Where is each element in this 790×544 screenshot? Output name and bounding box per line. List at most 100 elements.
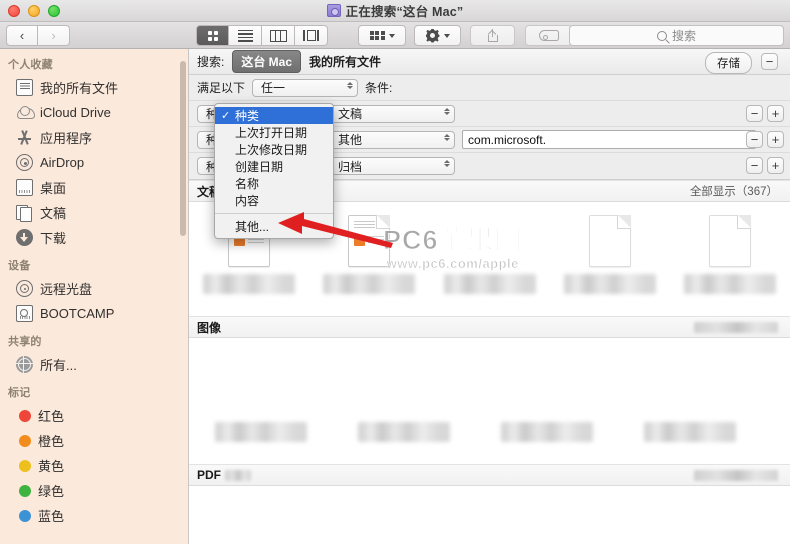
window-title-text: 正在搜索“这台 Mac” [345,5,464,19]
criteria-value: 其他 [338,133,363,147]
finder-search-window: 正在搜索“这台 Mac” ‹ › 搜索 个人收藏 我的所有文件 iCloud D… [0,0,790,544]
tag-button[interactable] [525,25,572,46]
show-all-link[interactable]: 全部显示（367） [690,183,778,199]
menu-item-name[interactable]: 名称 [215,175,333,192]
sidebar-item-tag-yellow[interactable]: 黄色 [0,453,189,478]
sidebar-header-tags: 标记 [8,387,31,399]
add-row-button[interactable]: + [767,105,784,122]
sidebar-item-downloads[interactable]: 下载 [0,225,189,250]
close-button[interactable] [8,5,20,17]
menu-item-kind[interactable]: ✓ 种类 [215,107,333,124]
search-input[interactable]: 搜索 [569,25,784,46]
annotation-arrow [278,212,393,248]
remove-criteria-button[interactable]: − [761,53,778,70]
menu-item-last-opened[interactable]: 上次打开日期 [215,124,333,141]
file-item[interactable] [670,214,790,294]
share-button[interactable] [470,25,515,46]
criteria-value-select[interactable]: 归档 [329,157,456,175]
remove-row-button[interactable]: − [746,131,763,148]
remove-row-button[interactable]: − [746,105,763,122]
coverflow-view-button[interactable] [295,25,328,46]
navigation-buttons: ‹ › [6,25,70,46]
sidebar-item-label: 绿色 [38,484,65,499]
sidebar-item-all-shared[interactable]: 所有... [0,352,189,377]
forward-button[interactable]: › [38,25,70,46]
sidebar-item-label: BOOTCAMP [40,306,115,321]
criteria-text-field[interactable]: com.microsoft. [462,130,757,149]
file-item[interactable] [618,362,761,442]
save-search-button[interactable]: 存储 [705,52,752,74]
menu-item-content[interactable]: 内容 [215,192,333,209]
file-name [443,274,536,294]
sidebar-item-airdrop[interactable]: AirDrop [0,150,189,175]
sidebar-scrollbar[interactable] [180,61,186,236]
sidebar-item-desktop[interactable]: 桌面 [0,175,189,200]
column-view-button[interactable] [262,25,295,46]
menu-item-label: 其他... [235,220,270,234]
criteria-row-controls: − + [746,105,784,122]
sidebar-item-label: AirDrop [40,155,85,170]
scope-all-my-files[interactable]: 我的所有文件 [309,53,381,70]
sidebar-item-label: 我的所有文件 [40,81,119,96]
arrange-button[interactable] [358,25,406,46]
traffic-lights [8,5,60,17]
show-all-link[interactable] [694,469,778,481]
match-type-select[interactable]: 任一 [252,78,359,97]
file-item[interactable] [429,214,549,294]
menu-item-last-modified[interactable]: 上次修改日期 [215,141,333,158]
back-button[interactable]: ‹ [6,25,38,46]
menu-item-created[interactable]: 创建日期 [215,158,333,175]
tag-dot-red-icon [19,409,31,422]
minimize-button[interactable] [28,5,40,17]
red-arrow-icon [278,212,393,248]
file-item[interactable] [475,508,618,544]
sidebar-item-documents[interactable]: 文稿 [0,200,189,225]
file-item[interactable] [189,362,332,442]
sidebar-item-tag-orange[interactable]: 橙色 [0,428,189,453]
results-section-header: PDF [189,464,790,486]
action-menu-button[interactable] [414,25,461,46]
sidebar-item-tag-red[interactable]: 红色 [0,403,189,428]
file-icon [234,508,288,544]
sidebar-item-icloud-drive[interactable]: iCloud Drive [0,100,189,125]
remove-row-button[interactable]: − [746,157,763,174]
file-item[interactable] [332,508,475,544]
applications-icon [16,129,33,146]
sidebar-item-applications[interactable]: 应用程序 [0,125,189,150]
criteria-value-select[interactable]: 其他 [329,130,456,149]
scope-this-mac[interactable]: 这台 Mac [232,50,302,73]
sidebar-item-bootcamp[interactable]: BOOTCAMP [0,301,189,326]
criteria-value: 文稿 [338,107,363,121]
file-item[interactable] [189,508,332,544]
file-name [357,422,450,442]
sidebar-item-remote-disc[interactable]: 远程光盘 [0,276,189,301]
show-all-link[interactable] [694,321,778,333]
cloud-icon [16,104,35,121]
file-name [563,274,656,294]
criteria-value-select[interactable]: 文稿 [329,104,456,123]
file-item[interactable] [475,362,618,442]
menu-item-label: 内容 [235,194,260,208]
sidebar-item-all-files[interactable]: 我的所有文件 [0,75,189,100]
sidebar-item-tag-green[interactable]: 绿色 [0,478,189,503]
file-icon [663,362,717,416]
file-item[interactable] [550,214,670,294]
criteria-row-controls: − + [746,131,784,148]
file-item[interactable] [618,508,761,544]
icon-view-button[interactable] [196,25,229,46]
grid-icon [207,30,218,41]
zoom-button[interactable] [48,5,60,17]
file-name [203,274,296,294]
sidebar-item-tag-blue[interactable]: 蓝色 [0,503,189,528]
file-item[interactable] [332,362,475,442]
add-row-button[interactable]: + [767,131,784,148]
sidebar-item-label: 红色 [38,409,65,424]
criteria-match-row: 满足以下 任一 条件: [189,75,790,101]
add-row-button[interactable]: + [767,157,784,174]
file-name [500,422,593,442]
list-view-button[interactable] [229,25,262,46]
file-icon [583,214,637,268]
document-icon [708,215,751,267]
search-label: 搜索: [197,55,225,69]
menu-item-label: 名称 [235,177,260,191]
